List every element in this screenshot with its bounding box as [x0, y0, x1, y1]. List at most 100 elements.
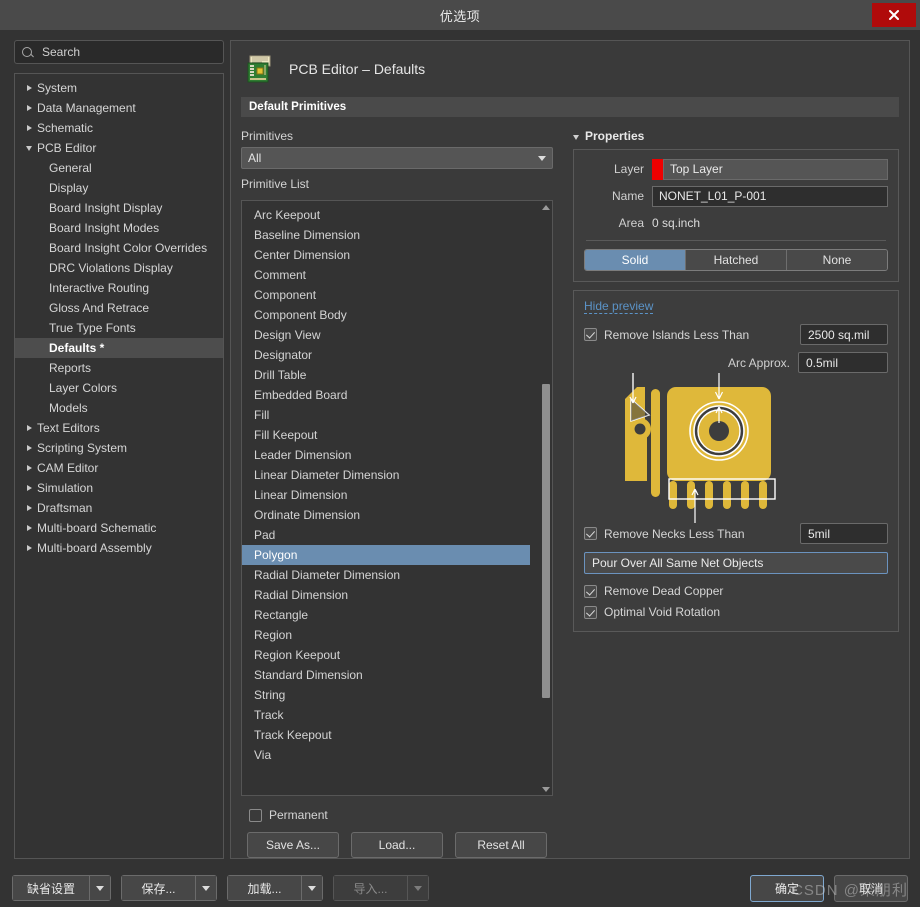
sidebar-item-data-management[interactable]: Data Management	[15, 98, 223, 118]
permanent-checkbox[interactable]	[249, 808, 262, 822]
layer-color-swatch[interactable]	[652, 158, 663, 180]
sidebar-item-schematic[interactable]: Schematic	[15, 118, 223, 138]
primitive-list-item[interactable]: Baseline Dimension	[242, 225, 540, 245]
close-icon[interactable]	[872, 3, 916, 27]
fill-mode-hatched[interactable]: Hatched	[686, 250, 787, 270]
primitive-list-item[interactable]: Radial Diameter Dimension	[242, 565, 540, 585]
primitive-list-item[interactable]: Polygon	[242, 545, 530, 565]
load-button[interactable]: Load...	[351, 832, 443, 858]
primitive-list-item[interactable]: Designator	[242, 345, 540, 365]
primitive-list-item[interactable]: Standard Dimension	[242, 665, 540, 685]
sidebar-item-layer-colors[interactable]: Layer Colors	[15, 378, 223, 398]
primitive-list-item[interactable]: Linear Diameter Dimension	[242, 465, 540, 485]
remove-necks-checkbox[interactable]	[584, 527, 597, 540]
fill-mode-segmented[interactable]: Solid Hatched None	[584, 249, 888, 271]
sidebar-item-draftsman[interactable]: Draftsman	[15, 498, 223, 518]
sidebar-item-board-insight-color-overrides[interactable]: Board Insight Color Overrides	[15, 238, 223, 258]
sidebar-item-scripting-system[interactable]: Scripting System	[15, 438, 223, 458]
remove-islands-input[interactable]: 2500 sq.mil	[800, 324, 888, 345]
hide-preview-link[interactable]: Hide preview	[584, 299, 654, 314]
primitive-list-item[interactable]: Component Body	[242, 305, 540, 325]
reset-all-button[interactable]: Reset All	[455, 832, 547, 858]
scroll-up-icon[interactable]	[540, 201, 552, 213]
primitive-list-item[interactable]: Arc Keepout	[242, 205, 540, 225]
primitive-list-item[interactable]: Via	[242, 745, 540, 765]
sidebar-item-reports[interactable]: Reports	[15, 358, 223, 378]
primitive-list-item[interactable]: Region	[242, 625, 540, 645]
preferences-tree[interactable]: System Data Management Schematic PCB Editor…	[14, 73, 224, 859]
save-split-button[interactable]: 保存...	[121, 875, 218, 901]
primitive-list-item[interactable]: Ordinate Dimension	[242, 505, 540, 525]
sidebar-item-interactive-routing[interactable]: Interactive Routing	[15, 278, 223, 298]
fill-mode-none[interactable]: None	[787, 250, 887, 270]
sidebar-item-system[interactable]: System	[15, 78, 223, 98]
sidebar-item-general[interactable]: General	[15, 158, 223, 178]
primitive-list-item[interactable]: Track	[242, 705, 540, 725]
fill-mode-solid[interactable]: Solid	[585, 250, 686, 270]
sidebar-item-multi-board-schematic[interactable]: Multi-board Schematic	[15, 518, 223, 538]
scroll-down-icon[interactable]	[540, 783, 552, 795]
cancel-button[interactable]: 取消	[834, 874, 908, 902]
search-input[interactable]	[40, 44, 217, 60]
sidebar-item-drc-violations-display[interactable]: DRC Violations Display	[15, 258, 223, 278]
default-settings-split-button[interactable]: 缺省设置	[12, 875, 112, 901]
sidebar-item-board-insight-modes[interactable]: Board Insight Modes	[15, 218, 223, 238]
sidebar-item-defaults[interactable]: Defaults *	[15, 338, 223, 358]
sidebar-item-pcb-editor[interactable]: PCB Editor	[15, 138, 223, 158]
primitive-list-item[interactable]: Embedded Board	[242, 385, 540, 405]
sidebar-item-multi-board-assembly[interactable]: Multi-board Assembly	[15, 538, 223, 558]
primitive-list[interactable]: Arc Keepout Baseline Dimension Center Dime…	[241, 200, 553, 796]
permanent-row[interactable]: Permanent	[249, 808, 553, 822]
arc-approx-input[interactable]: 0.5mil	[798, 352, 888, 373]
primitives-filter-select[interactable]: All	[241, 147, 553, 169]
primitive-list-item[interactable]: Fill	[242, 405, 540, 425]
load-dropdown[interactable]	[301, 875, 324, 901]
name-input[interactable]: NONET_L01_P-001	[652, 185, 888, 207]
save-as-button[interactable]: Save As...	[247, 832, 339, 858]
scroll-thumb[interactable]	[542, 384, 550, 698]
primitive-list-item[interactable]: Pad	[242, 525, 540, 545]
ok-button[interactable]: 确定	[750, 874, 824, 902]
primitive-list-item[interactable]: Comment	[242, 265, 540, 285]
sidebar-item-simulation[interactable]: Simulation	[15, 478, 223, 498]
remove-necks-input[interactable]: 5mil	[800, 523, 888, 544]
save-button[interactable]: 保存...	[121, 875, 196, 901]
sidebar-item-true-type-fonts[interactable]: True Type Fonts	[15, 318, 223, 338]
primitive-list-item[interactable]: Design View	[242, 325, 540, 345]
remove-dead-copper-checkbox[interactable]	[584, 584, 597, 598]
sidebar-item-cam-editor[interactable]: CAM Editor	[15, 458, 223, 478]
sidebar-item-text-editors[interactable]: Text Editors	[15, 418, 223, 438]
default-settings-button[interactable]: 缺省设置	[12, 875, 90, 901]
sidebar-item-gloss-and-retrace[interactable]: Gloss And Retrace	[15, 298, 223, 318]
sidebar-item-models[interactable]: Models	[15, 398, 223, 418]
save-dropdown[interactable]	[195, 875, 218, 901]
scroll-track[interactable]	[540, 213, 552, 783]
search-box[interactable]	[14, 40, 224, 64]
pour-over-select[interactable]: Pour Over All Same Net Objects	[584, 552, 888, 574]
primitive-list-item[interactable]: Center Dimension	[242, 245, 540, 265]
sidebar-item-label: Text Editors	[37, 421, 100, 435]
load-split-button[interactable]: 加载...	[227, 875, 324, 901]
sidebar-item-label: Interactive Routing	[49, 281, 150, 295]
properties-header[interactable]: Properties	[573, 129, 899, 143]
primitive-list-item[interactable]: Fill Keepout	[242, 425, 540, 445]
primitive-list-item[interactable]: Linear Dimension	[242, 485, 540, 505]
primitive-list-item[interactable]: Rectangle	[242, 605, 540, 625]
sidebar-item-display[interactable]: Display	[15, 178, 223, 198]
primitive-list-item[interactable]: String	[242, 685, 540, 705]
footer-load-button[interactable]: 加载...	[227, 875, 302, 901]
layer-select[interactable]: Top Layer	[663, 158, 888, 180]
primitive-list-item[interactable]: Region Keepout	[242, 645, 540, 665]
default-settings-dropdown[interactable]	[89, 875, 112, 901]
primitive-list-item[interactable]: Component	[242, 285, 540, 305]
primitive-list-scrollbar[interactable]	[540, 201, 552, 795]
primitive-list-items[interactable]: Arc Keepout Baseline Dimension Center Dime…	[242, 201, 540, 795]
primitive-list-item[interactable]: Radial Dimension	[242, 585, 540, 605]
primitive-list-item[interactable]: Drill Table	[242, 365, 540, 385]
optimal-void-rotation-checkbox[interactable]	[584, 605, 597, 619]
primitive-list-item[interactable]: Leader Dimension	[242, 445, 540, 465]
sidebar-item-label: True Type Fonts	[49, 321, 136, 335]
sidebar-item-board-insight-display[interactable]: Board Insight Display	[15, 198, 223, 218]
primitive-list-item[interactable]: Track Keepout	[242, 725, 540, 745]
remove-islands-checkbox[interactable]	[584, 328, 597, 341]
